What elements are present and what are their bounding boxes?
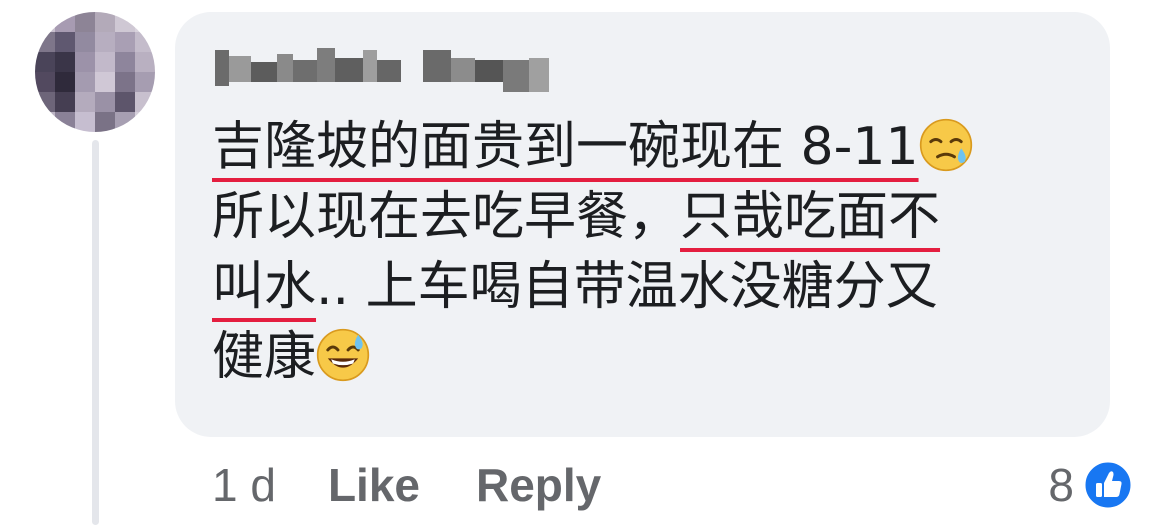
comment-screen: 吉隆坡的面贵到一碗现在 8-11 所以现在去吃早餐，只哉吃面不叫水.. 上车喝自带… xyxy=(0,0,1170,525)
sad-sweat-face-emoji xyxy=(919,118,972,172)
comment-line-3: .. 上车喝自带温水没糖分又 xyxy=(316,257,938,317)
comment-line-2: 所以现在去吃早餐， xyxy=(212,187,681,247)
reaction-count: 8 xyxy=(1048,459,1074,511)
author-name-blurred[interactable] xyxy=(215,44,555,92)
reply-button[interactable]: Reply xyxy=(476,458,601,512)
comment-text: 吉隆坡的面贵到一碗现在 8-11 所以现在去吃早餐，只哉吃面不叫水.. 上车喝自带… xyxy=(212,112,1072,392)
comment-line-4: 健康 xyxy=(212,327,317,387)
highlighted-phrase-1: 吉隆坡的面贵到一碗现在 8-11 xyxy=(212,117,919,177)
thread-line xyxy=(92,140,99,525)
comment-bubble: 吉隆坡的面贵到一碗现在 8-11 所以现在去吃早餐，只哉吃面不叫水.. 上车喝自带… xyxy=(175,12,1110,437)
highlighted-phrase-3: 叫水 xyxy=(212,257,317,317)
like-thumbs-up-icon xyxy=(1082,459,1134,511)
like-button[interactable]: Like xyxy=(328,458,420,512)
highlighted-phrase-2: 只哉吃面不 xyxy=(680,187,941,247)
avatar[interactable] xyxy=(35,12,155,132)
comment-actions: 1 d Like Reply xyxy=(212,455,657,515)
comment-timestamp[interactable]: 1 d xyxy=(212,458,276,512)
reaction-summary[interactable]: 8 xyxy=(1048,455,1134,515)
grinning-sweat-face-emoji xyxy=(316,328,370,382)
